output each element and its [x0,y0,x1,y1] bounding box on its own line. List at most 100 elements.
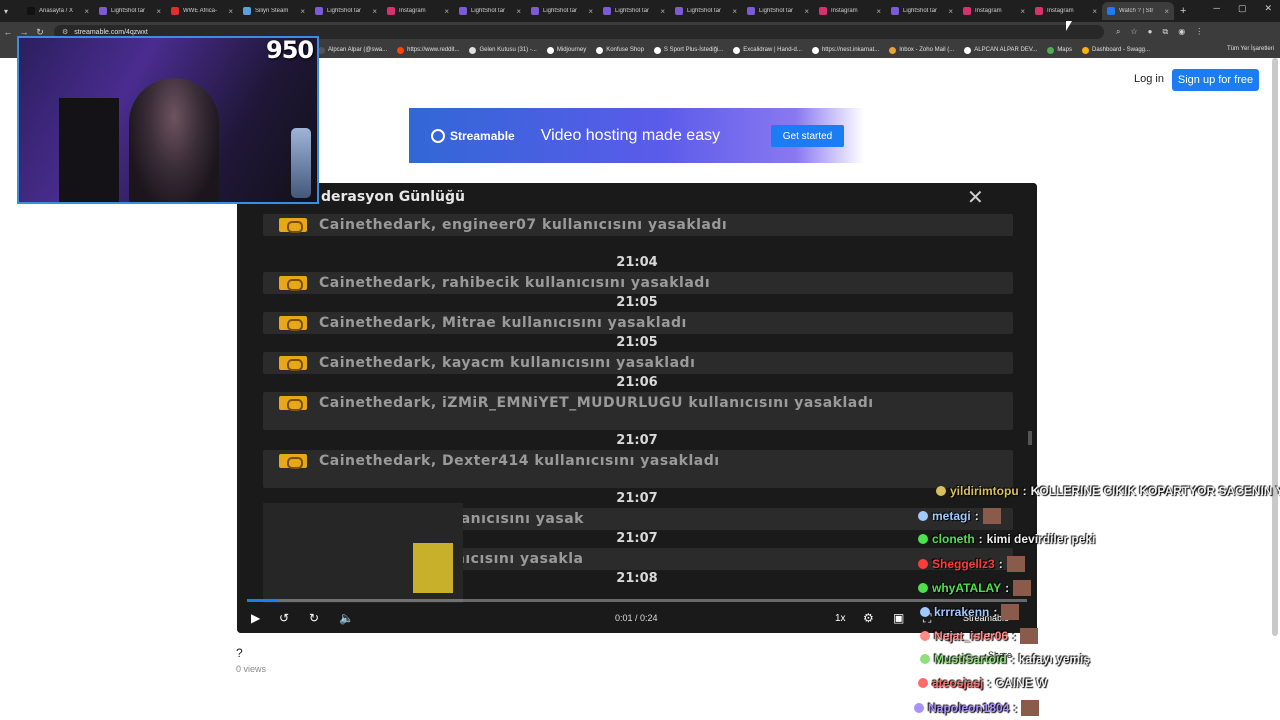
bookmark-item[interactable]: Konfuse Shop [596,46,644,54]
browser-tab[interactable]: LightShot tar × [526,2,598,20]
browser-tab[interactable]: LightShot tar × [310,2,382,20]
tab-close-icon[interactable]: × [300,7,305,16]
chat-separator: : [978,532,983,546]
tab-close-icon[interactable]: × [1020,7,1025,16]
browser-tab[interactable]: Siliyri Steam × [238,2,310,20]
video-progress-bar[interactable] [247,599,1027,602]
browser-tab[interactable]: WWE Africa- × [166,2,238,20]
ad-banner[interactable]: Streamable Video hosting made easy Get s… [409,108,864,163]
tab-favicon-icon [675,7,683,15]
chat-username: Sheggellz3 [932,557,995,571]
chat-username: krrrakenn [934,605,990,619]
browser-tab[interactable]: LightShot tar × [886,2,958,20]
close-window-icon[interactable]: ✕ [1264,3,1272,14]
tab-close-icon[interactable]: × [1092,7,1097,16]
tab-close-icon[interactable]: × [228,7,233,16]
tab-favicon-icon [1035,7,1043,15]
chat-separator: : [1005,581,1010,595]
mod-badge-icon [279,276,307,291]
browser-tab[interactable]: LightShot tar × [670,2,742,20]
bookmark-label: ALPCAN ALPAR DEV... [974,47,1038,53]
tab-close-icon[interactable]: × [1164,7,1169,16]
tab-close-icon[interactable]: × [372,7,377,16]
volume-icon[interactable]: 🔈 [339,611,354,625]
profile-icon[interactable]: ◉ [1178,27,1185,37]
mod-badge-icon [279,396,307,411]
play-icon[interactable]: ▶ [251,611,260,625]
bookmark-item[interactable]: Alpcan Alpar (@swa... [318,46,388,54]
bookmark-star-icon[interactable]: ☆ [1130,27,1137,37]
bookmark-item[interactable]: Maps [1047,46,1072,54]
tab-close-icon[interactable]: × [588,7,593,16]
browser-tab[interactable]: Watch ? | Str × [1102,2,1174,20]
minimize-icon[interactable]: ─ [1214,3,1220,14]
pip-icon[interactable]: ▣ [893,611,904,625]
page-scrollbar[interactable] [1272,58,1278,636]
login-link[interactable]: Log in [1134,73,1164,85]
video-player[interactable]: derasyon Günlüğü ✕ Cainethedark, enginee… [237,183,1037,633]
tab-favicon-icon [1107,7,1115,15]
maximize-icon[interactable]: ▢ [1238,3,1247,14]
tab-close-icon[interactable]: × [516,7,521,16]
chat-badge-icon [918,583,928,593]
tab-close-icon[interactable]: × [660,7,665,16]
bookmark-favicon-icon [811,46,819,54]
back-icon[interactable]: ← [0,27,16,37]
bookmark-favicon-icon [889,46,897,54]
bookmark-item[interactable]: Midjourney [546,46,586,54]
bookmark-item[interactable]: Gelen Kutusu (31) -... [469,46,537,54]
bookmark-item[interactable]: Excalidraw | Hand-d... [733,46,802,54]
modlog-entry-text: Cainethedark, iZMiR_EMNiYET_MUDURLUGU ku… [319,395,874,411]
new-tab-icon[interactable]: + [1180,5,1186,17]
browser-tab[interactable]: Anasayfa / X × [22,2,94,20]
tab-close-icon[interactable]: × [156,7,161,16]
browser-tab[interactable]: LightShot tar × [454,2,526,20]
tab-label: Siliyri Steam [255,8,289,14]
tab-label: LightShot tar [687,8,722,14]
bookmark-favicon-icon [733,46,741,54]
browser-tab[interactable]: Instagram × [958,2,1030,20]
tab-close-icon[interactable]: × [876,7,881,16]
bookmark-item[interactable]: ALPCAN ALPAR DEV... [964,46,1038,54]
tab-favicon-icon [171,7,179,15]
tab-favicon-icon [963,7,971,15]
bookmark-item[interactable]: https://nest.inkarnat... [811,46,880,54]
forward-skip-icon[interactable]: ↻ [309,611,319,625]
tab-close-icon[interactable]: × [804,7,809,16]
mouse-cursor [1066,21,1072,31]
zoom-icon[interactable]: ⌕ [1116,27,1120,37]
bookmark-favicon-icon [546,46,554,54]
bookmark-item[interactable]: S Sport Plus-İstediği... [653,46,723,54]
browser-tab[interactable]: Instagram × [1030,2,1102,20]
bookmark-item[interactable]: https://www.reddit... [397,46,459,54]
bookmark-item[interactable]: Inbox - Zoho Mail (... [889,46,954,54]
rewind-icon[interactable]: ↺ [279,611,289,625]
settings-icon[interactable]: ⚙ [863,611,874,625]
tab-close-icon[interactable]: × [948,7,953,16]
moderation-log: derasyon Günlüğü ✕ Cainethedark, enginee… [237,183,1037,633]
tab-close-icon[interactable]: × [732,7,737,16]
bookmark-item[interactable]: Dashboard - Swagg... [1081,46,1150,54]
get-started-button[interactable]: Get started [771,125,844,147]
bookmark-list: Alpcan Alpar (@swa... https://www.reddit.… [318,46,1160,54]
extension-icon[interactable]: ● [1148,27,1153,37]
tab-close-icon[interactable]: × [444,7,449,16]
bookmark-label: https://nest.inkarnat... [821,47,880,53]
tab-close-icon[interactable]: × [84,7,89,16]
browser-tab[interactable]: Instagram × [382,2,454,20]
all-bookmarks[interactable]: Tüm Yer İşaretleri [1227,46,1274,52]
puzzle-icon[interactable]: ⧉ [1163,27,1169,37]
browser-tab[interactable]: LightShot tar × [598,2,670,20]
site-info-icon[interactable]: ⚙ [62,28,68,36]
tab-label: Instagram [831,8,858,14]
menu-icon[interactable]: ⋮ [1195,27,1203,37]
browser-tab-bar: ▾ Anasayfa / X × LightShot tar × WWE Africa-… [0,0,1280,22]
browser-tab[interactable]: LightShot tar × [742,2,814,20]
browser-tab[interactable]: Instagram × [814,2,886,20]
signup-button[interactable]: Sign up for free [1172,69,1259,91]
playback-speed[interactable]: 1x [835,613,846,624]
tab-list-icon[interactable]: ▾ [4,7,22,16]
bookmark-favicon-icon [318,46,325,54]
browser-tab[interactable]: LightShot tar × [94,2,166,20]
bookmark-label: Alpcan Alpar (@swa... [328,47,388,53]
